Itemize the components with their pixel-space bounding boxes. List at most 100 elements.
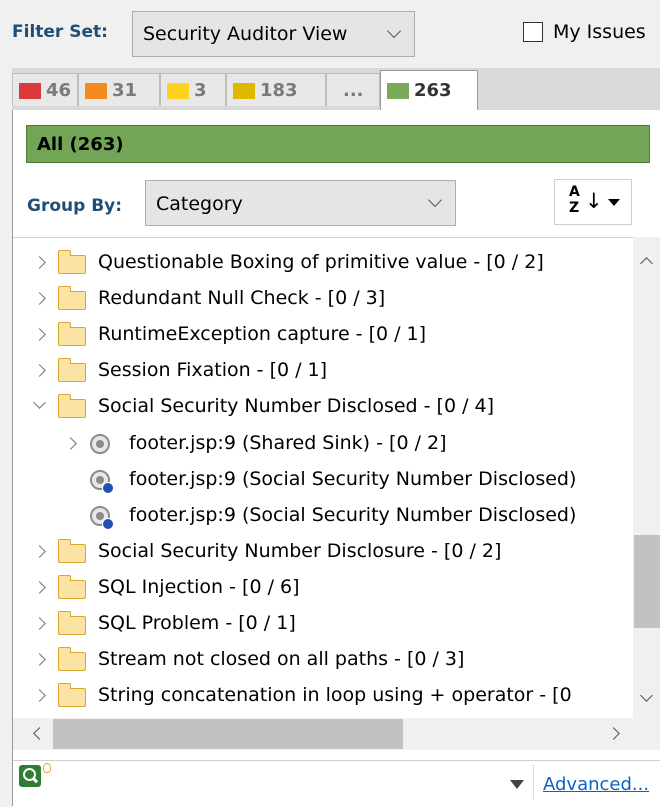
scroll-down-icon[interactable] (640, 689, 653, 702)
chevron-right-icon[interactable] (33, 364, 46, 378)
all-issues-bar: All (263) (26, 125, 650, 163)
chevron-down-icon[interactable] (33, 396, 46, 410)
chevron-down-icon (386, 23, 402, 39)
all-swatch-icon (387, 83, 409, 99)
folder-icon (57, 394, 86, 419)
chevron-right-icon[interactable] (33, 689, 46, 703)
sort-arrow-icon: ↓ (585, 189, 603, 213)
tab-all[interactable]: 263 (380, 70, 478, 110)
tree-category-row[interactable]: Redundant Null Check - [0 / 3] (13, 281, 633, 317)
issue-icon (90, 469, 114, 494)
tree-category-row[interactable]: Stream not closed on all paths - [0 / 3] (13, 642, 633, 678)
search-input[interactable] (59, 765, 503, 803)
low-swatch-icon (233, 83, 255, 99)
shared-sink-icon (90, 433, 110, 454)
tab-low[interactable]: 183 (226, 73, 326, 106)
tree-item-label: Social Security Number Disclosure - [0 /… (98, 539, 502, 562)
tab-medium[interactable]: 3 (160, 73, 226, 106)
issue-tree[interactable]: Questionable Boxing of primitive value -… (13, 237, 633, 718)
tree-item-label: SQL Problem - [0 / 1] (98, 612, 296, 634)
folder-icon (57, 286, 86, 311)
scroll-right-icon[interactable] (607, 727, 620, 740)
priority-tabs: 46 31 3 183 ... 263 (12, 68, 660, 110)
tree-item-label: footer.jsp:9 (Shared Sink) - [0 / 2] (129, 431, 447, 454)
tab-critical[interactable]: 46 (12, 73, 78, 106)
my-issues-label: My Issues (553, 21, 646, 43)
search-icon[interactable] (19, 765, 41, 787)
tree-issue-row[interactable]: footer.jsp:9 (Social Security Number Dis… (13, 498, 633, 534)
checkbox-box[interactable] (523, 22, 543, 42)
tab-more-label: ... (343, 80, 364, 101)
chevron-right-icon[interactable] (33, 617, 46, 630)
folder-icon (57, 647, 86, 672)
lightbulb-icon (43, 763, 51, 773)
scroll-thumb[interactable] (53, 719, 403, 749)
chevron-right-icon[interactable] (33, 653, 46, 666)
high-swatch-icon (85, 83, 107, 99)
folder-icon (57, 538, 86, 563)
tree-item-label: SQL Injection - [0 / 6] (98, 575, 300, 598)
tree-category-row[interactable]: SQL Injection - [0 / 6] (13, 570, 633, 606)
tree-item-label: String concatenation in loop using + ope… (98, 684, 572, 707)
folder-icon (57, 250, 86, 274)
folder-icon (57, 358, 86, 383)
tree-category-row[interactable]: Session Fixation - [0 / 1] (13, 353, 633, 389)
search-bar: Advanced... (13, 760, 660, 807)
folder-icon (57, 322, 86, 347)
tree-item-label: footer.jsp:9 (Social Security Number Dis… (129, 503, 577, 526)
group-by-dropdown[interactable]: Category (145, 180, 456, 226)
tree-item-label: Session Fixation - [0 / 1] (98, 359, 328, 382)
chevron-right-icon[interactable] (33, 581, 46, 594)
medium-swatch-icon (167, 83, 189, 99)
tree-item-label: Social Security Number Disclosed - [0 / … (98, 395, 495, 418)
tree-category-row[interactable]: RuntimeException capture - [0 / 1] (13, 317, 633, 353)
scroll-thumb[interactable] (634, 535, 660, 628)
folder-icon (57, 611, 86, 635)
tree-item-label: Redundant Null Check - [0 / 3] (98, 287, 386, 310)
issues-panel: All (263) Group By: Category AZ ↓ Questi… (12, 110, 660, 807)
folder-icon (57, 574, 86, 599)
chevron-right-icon[interactable] (33, 256, 46, 269)
issue-icon (90, 505, 114, 530)
tab-count: 183 (260, 80, 298, 101)
horizontal-scrollbar[interactable] (13, 718, 660, 750)
issue-status-dot-icon (102, 517, 114, 530)
group-by-value: Category (156, 193, 243, 215)
tab-count: 3 (194, 80, 207, 101)
search-history-dropdown-icon[interactable] (510, 780, 524, 789)
chevron-down-icon (427, 192, 443, 208)
tree-category-row[interactable]: Social Security Number Disclosure - [0 /… (13, 534, 633, 570)
chevron-right-icon[interactable] (33, 292, 46, 305)
tab-high[interactable]: 31 (78, 73, 160, 106)
critical-swatch-icon (19, 83, 41, 99)
scroll-left-icon[interactable] (33, 727, 46, 740)
chevron-right-icon[interactable] (33, 544, 46, 558)
tree-category-row[interactable]: Social Security Number Disclosed - [0 / … (13, 389, 633, 425)
advanced-search-link[interactable]: Advanced... (543, 774, 649, 795)
tree-issue-row[interactable]: footer.jsp:9 (Social Security Number Dis… (13, 462, 633, 498)
folder-icon (57, 683, 86, 708)
all-issues-label: All (263) (37, 134, 124, 155)
filter-set-value: Security Auditor View (143, 23, 348, 45)
tree-sink-row[interactable]: footer.jsp:9 (Shared Sink) - [0 / 2] (13, 426, 633, 462)
divider (533, 765, 534, 799)
tree-item-label: Questionable Boxing of primitive value -… (98, 251, 544, 273)
sort-button[interactable]: AZ ↓ (554, 179, 632, 225)
group-by-label: Group By: (27, 196, 123, 216)
tab-count: 31 (112, 80, 138, 101)
chevron-right-icon[interactable] (64, 436, 77, 450)
tab-count: 263 (414, 80, 452, 101)
scroll-up-icon[interactable] (640, 257, 653, 270)
filter-set-dropdown[interactable]: Security Auditor View (132, 11, 415, 57)
tree-category-row[interactable]: Questionable Boxing of primitive value -… (13, 245, 633, 281)
filter-bar: Filter Set: Security Auditor View My Iss… (0, 0, 660, 66)
issue-status-dot-icon (102, 481, 114, 494)
tab-count: 46 (46, 80, 72, 101)
tree-item-label: footer.jsp:9 (Social Security Number Dis… (129, 467, 577, 490)
tree-category-row[interactable]: String concatenation in loop using + ope… (13, 678, 633, 714)
tree-category-row[interactable]: SQL Problem - [0 / 1] (13, 606, 633, 642)
chevron-right-icon[interactable] (33, 328, 46, 342)
vertical-scrollbar[interactable] (633, 237, 660, 718)
tree-item-label: Stream not closed on all paths - [0 / 3] (98, 648, 465, 671)
tab-more[interactable]: ... (326, 73, 380, 106)
